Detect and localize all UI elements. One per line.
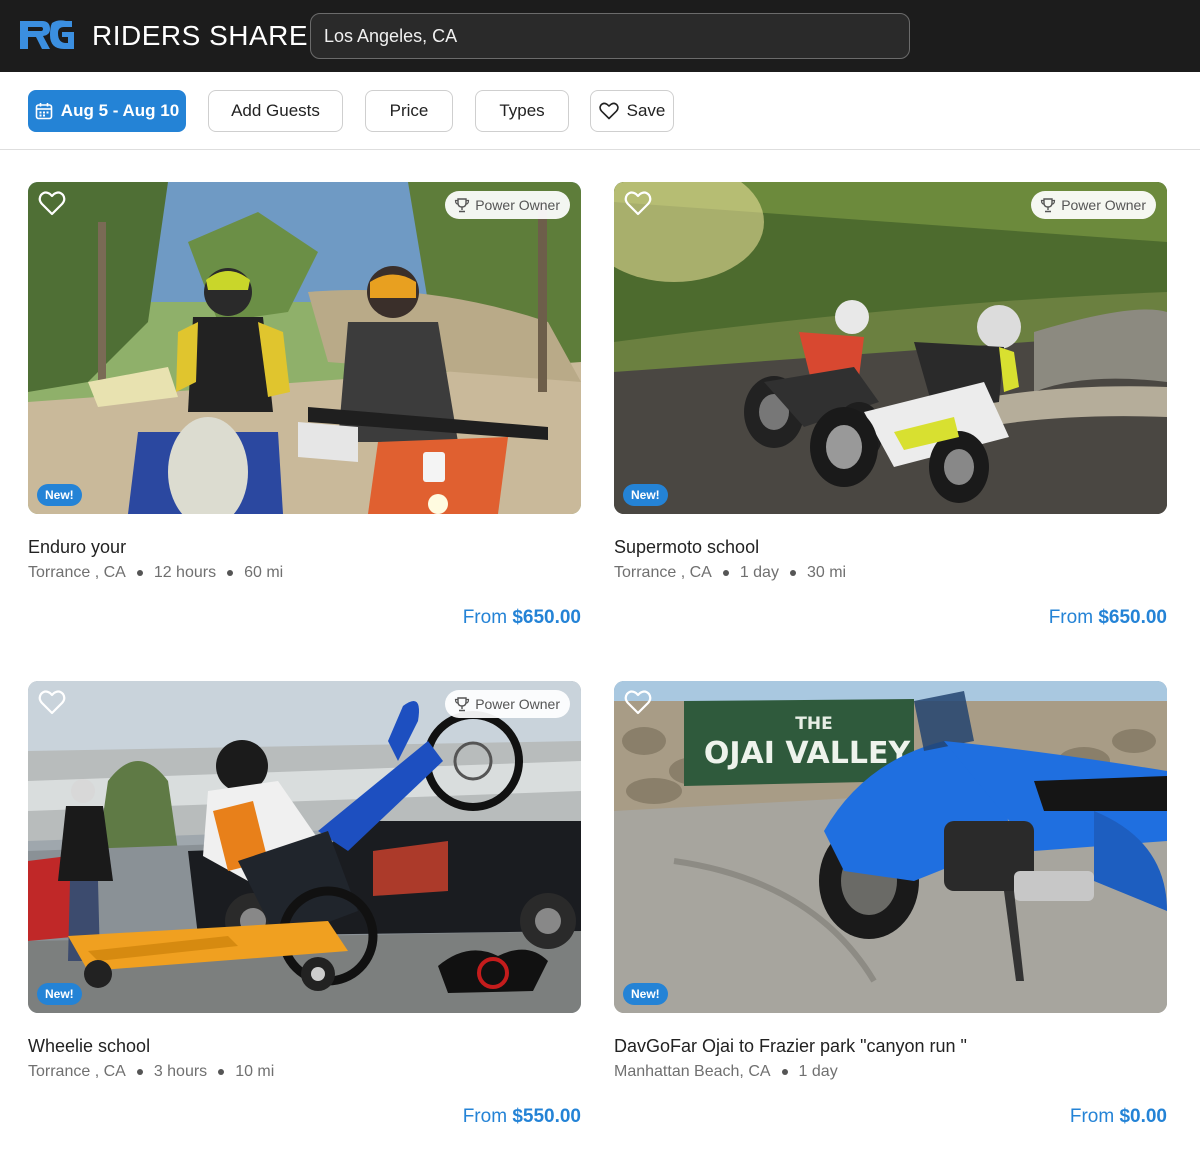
favorite-heart-icon[interactable] bbox=[624, 190, 652, 218]
new-badge: New! bbox=[623, 983, 668, 1005]
trophy-icon bbox=[1041, 197, 1056, 212]
new-badge: New! bbox=[623, 484, 668, 506]
listing-title[interactable]: Wheelie school bbox=[28, 1036, 150, 1057]
separator-dot bbox=[789, 570, 796, 576]
calendar-icon bbox=[35, 103, 53, 120]
listing-distance: 60 mi bbox=[244, 564, 284, 581]
price-prefix: From bbox=[462, 607, 508, 628]
listing-duration: 1 day bbox=[798, 1063, 838, 1080]
power-owner-label: Power Owner bbox=[1061, 197, 1146, 213]
listing-meta: Torrance , CA 1 day 30 mi bbox=[614, 564, 846, 582]
separator-dot bbox=[781, 1069, 788, 1075]
price-filter-label: Price bbox=[389, 101, 429, 120]
price-prefix: From bbox=[1069, 1106, 1115, 1127]
riders-share-logo-icon[interactable] bbox=[16, 15, 76, 55]
listing-price: From $0.00 bbox=[1070, 1106, 1167, 1128]
top-navigation-bar: RIDERS SHARE Los Angeles, CA bbox=[0, 0, 1200, 72]
listing-photo[interactable]: Power Owner New! bbox=[28, 182, 581, 514]
trophy-icon bbox=[455, 197, 470, 212]
separator-dot bbox=[218, 1069, 225, 1075]
enduro-photo bbox=[28, 182, 581, 514]
ojai-sign-line2: OJAI VALLEY bbox=[704, 736, 912, 771]
listing-title[interactable]: Enduro your bbox=[28, 537, 126, 558]
listing-distance: 30 mi bbox=[806, 564, 847, 581]
price-value: $0.00 bbox=[1119, 1106, 1167, 1127]
trophy-icon bbox=[455, 696, 470, 711]
separator-dot bbox=[722, 570, 729, 576]
listing-price: From $650.00 bbox=[463, 607, 581, 629]
save-label: Save bbox=[626, 101, 666, 120]
listing-meta: Torrance , CA 3 hours 10 mi bbox=[28, 1063, 274, 1081]
add-guests-label: Add Guests bbox=[231, 101, 320, 120]
add-guests-button[interactable]: Add Guests bbox=[208, 90, 343, 132]
listing-title[interactable]: Supermoto school bbox=[614, 537, 759, 558]
supermoto-photo bbox=[614, 182, 1167, 514]
price-prefix: From bbox=[1048, 607, 1094, 628]
filter-bar: Aug 5 - Aug 10 Add Guests Price Types Sa… bbox=[0, 72, 1200, 150]
save-search-button[interactable]: Save bbox=[590, 90, 674, 132]
separator-dot bbox=[136, 570, 143, 576]
listing-duration: 3 hours bbox=[153, 1063, 208, 1080]
listing-location: Manhattan Beach, CA bbox=[614, 1063, 771, 1080]
new-badge: New! bbox=[37, 983, 82, 1005]
price-filter-button[interactable]: Price bbox=[365, 90, 453, 132]
price-value: $650.00 bbox=[1098, 607, 1167, 628]
date-range-button[interactable]: Aug 5 - Aug 10 bbox=[28, 90, 186, 132]
listing-location: Torrance , CA bbox=[28, 564, 126, 581]
types-filter-label: Types bbox=[499, 101, 545, 120]
listing-meta: Manhattan Beach, CA 1 day bbox=[614, 1063, 838, 1081]
separator-dot bbox=[227, 570, 234, 576]
favorite-heart-icon[interactable] bbox=[38, 190, 66, 218]
types-filter-button[interactable]: Types bbox=[475, 90, 569, 132]
price-prefix: From bbox=[462, 1106, 508, 1127]
location-search-input[interactable]: Los Angeles, CA bbox=[310, 13, 910, 59]
listing-meta: Torrance , CA 12 hours 60 mi bbox=[28, 564, 283, 582]
listing-title[interactable]: DavGoFar Ojai to Frazier park "canyon ru… bbox=[614, 1036, 967, 1057]
ojai-valley-photo: THE OJAI VALLEY bbox=[614, 681, 1167, 1013]
listing-photo[interactable]: THE OJAI VALLEY New! bbox=[614, 681, 1167, 1013]
date-range-label: Aug 5 - Aug 10 bbox=[60, 101, 180, 120]
brand-name[interactable]: RIDERS SHARE bbox=[92, 20, 308, 52]
listing-photo[interactable]: Power Owner New! bbox=[614, 182, 1167, 514]
listing-location: Torrance , CA bbox=[614, 564, 712, 581]
power-owner-badge: Power Owner bbox=[445, 191, 570, 219]
power-owner-badge: Power Owner bbox=[1031, 191, 1156, 219]
power-owner-label: Power Owner bbox=[475, 197, 560, 213]
favorite-heart-icon[interactable] bbox=[38, 689, 66, 717]
favorite-heart-icon[interactable] bbox=[624, 689, 652, 717]
new-badge: New! bbox=[37, 484, 82, 506]
ojai-sign-line1: THE bbox=[795, 714, 832, 734]
listing-price: From $550.00 bbox=[463, 1106, 581, 1128]
listing-duration: 12 hours bbox=[153, 564, 217, 581]
price-value: $650.00 bbox=[512, 607, 581, 628]
listing-distance: 10 mi bbox=[235, 1063, 275, 1080]
wheelie-photo bbox=[28, 681, 581, 1013]
heart-icon bbox=[598, 102, 619, 120]
listing-price: From $650.00 bbox=[1049, 607, 1167, 629]
price-value: $550.00 bbox=[512, 1106, 581, 1127]
separator-dot bbox=[136, 1069, 143, 1075]
power-owner-badge: Power Owner bbox=[445, 690, 570, 718]
power-owner-label: Power Owner bbox=[475, 696, 560, 712]
listing-duration: 1 day bbox=[739, 564, 779, 581]
listing-location: Torrance , CA bbox=[28, 1063, 126, 1080]
listing-photo[interactable]: Power Owner New! bbox=[28, 681, 581, 1013]
